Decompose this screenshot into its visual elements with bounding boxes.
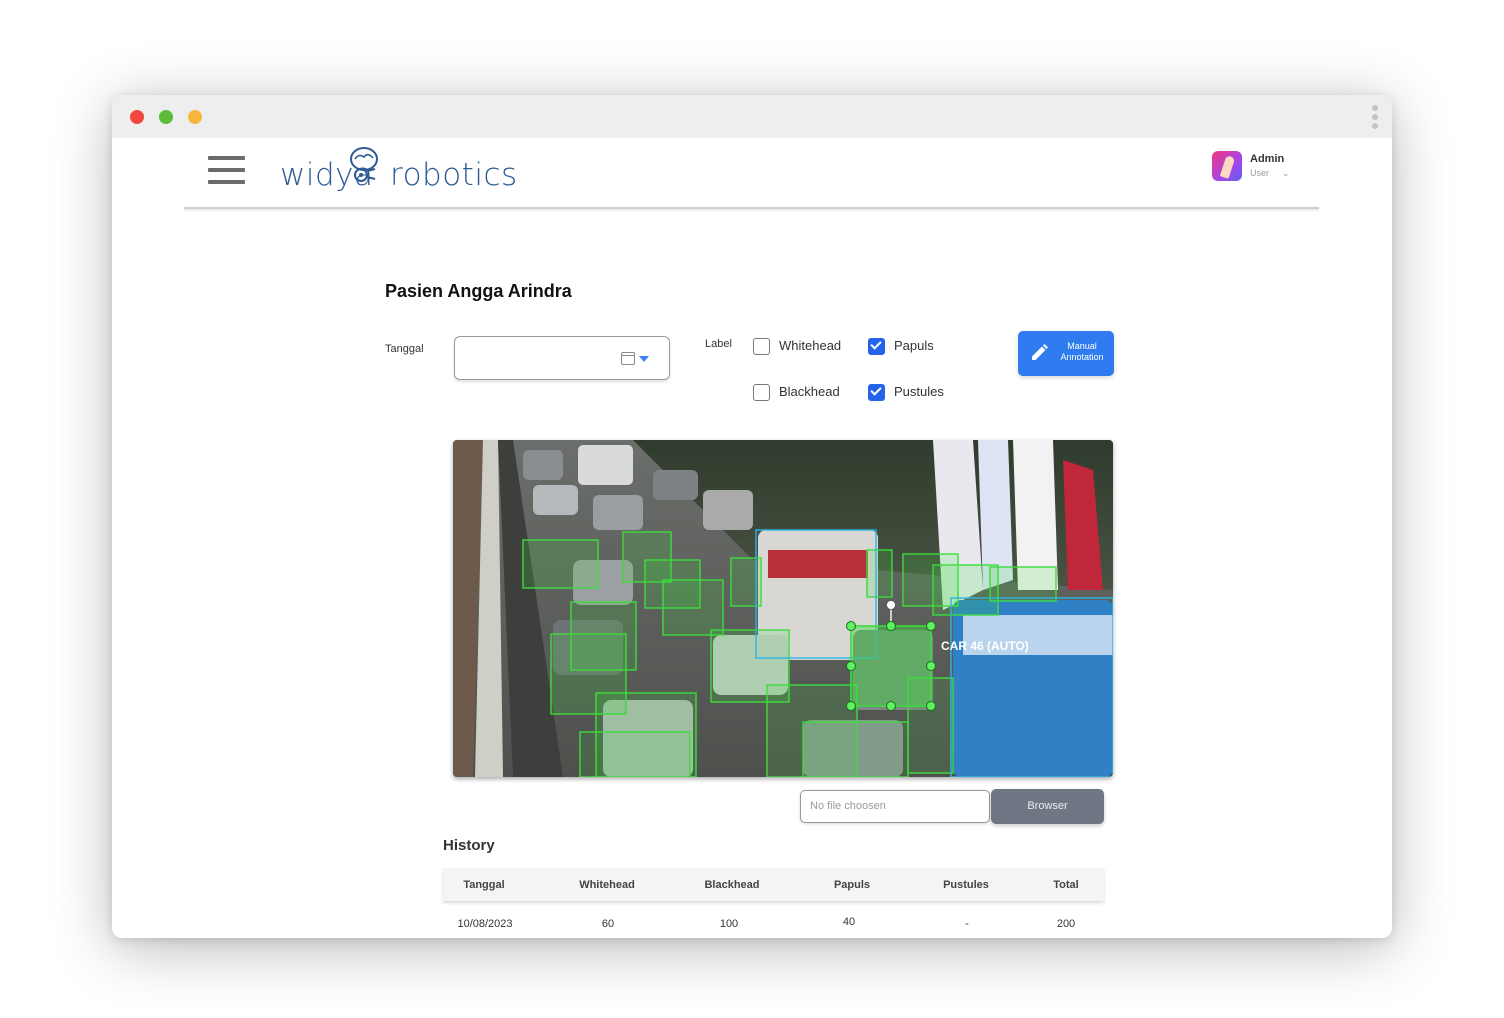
cell-papuls: 40 [842,916,856,928]
checkbox-blackhead[interactable] [753,384,770,401]
avatar[interactable] [1212,151,1242,181]
calendar-icon[interactable] [621,352,635,365]
checkbox-whitehead[interactable] [753,338,770,355]
checkbox-label-papuls[interactable]: Papuls [894,338,934,353]
checkbox-pustules[interactable] [868,384,885,401]
history-title: History [443,837,495,854]
user-name: Admin [1250,153,1285,165]
label-heading: Label [705,338,732,350]
page-title: Pasien Angga Arindra [385,281,572,301]
annotation-tag-label: CAR 46 (AUTO) [941,639,1029,653]
robot-head-logo-icon [350,147,378,182]
column-header-tanggal[interactable]: Tanggal [463,879,504,891]
cell-whitehead: 60 [601,918,615,930]
manual-annotation-button[interactable]: Manual Annotation [1018,331,1114,376]
date-picker-input[interactable] [454,336,670,380]
logo-text-right: robotics [390,157,518,193]
menu-icon[interactable] [208,156,245,188]
column-header-whitehead[interactable]: Whitehead [579,879,635,891]
caret-down-icon[interactable] [639,356,649,362]
annotation-canvas[interactable]: CAR 46 (AUTO) [453,440,1113,777]
window-titlebar [112,95,1392,138]
checkbox-papuls[interactable] [868,338,885,355]
column-header-blackhead[interactable]: Blackhead [704,879,759,891]
column-header-total[interactable]: Total [1053,879,1078,891]
minimize-window-button[interactable] [188,110,202,124]
column-header-pustules[interactable]: Pustules [943,879,989,891]
cell-tanggal: 10/08/2023 [457,918,513,930]
cell-pustules: - [965,918,969,930]
close-window-button[interactable] [130,110,144,124]
browse-button[interactable]: Browser [991,789,1104,824]
column-header-papuls[interactable]: Papuls [834,879,870,891]
file-input-placeholder: No file choosen [810,800,886,812]
maximize-window-button[interactable] [159,110,173,124]
history-table-header: Tanggal Whitehead Blackhead Papuls Pustu… [443,868,1104,901]
cell-blackhead: 100 [719,918,739,930]
pencil-icon [1032,344,1048,360]
more-options-icon[interactable] [1370,105,1380,131]
file-input[interactable]: No file choosen [800,790,990,823]
chevron-down-icon[interactable]: ⌄ [1282,168,1290,179]
browser-window: widya robotics Admin User ⌄ Pasien Angga… [112,95,1392,938]
date-label: Tanggal [385,343,424,355]
header-divider [184,207,1319,209]
user-role: User [1250,168,1270,178]
cell-total: 200 [1056,918,1076,930]
checkbox-label-whitehead[interactable]: Whitehead [779,338,841,353]
traffic-image[interactable]: CAR 46 (AUTO) [453,440,1113,777]
manual-button-line2: Annotation [1060,352,1104,362]
manual-button-line1: Manual [1067,341,1097,351]
checkbox-label-blackhead[interactable]: Blackhead [779,384,840,399]
checkbox-label-pustules[interactable]: Pustules [894,384,944,399]
